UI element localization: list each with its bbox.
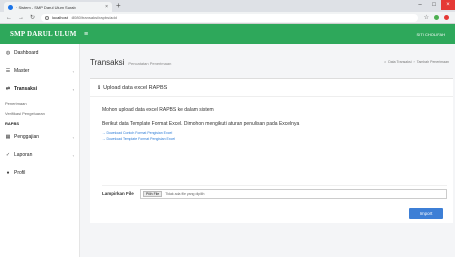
- template-instruction: Berikut data Template Format Excel. Dimo…: [102, 121, 300, 127]
- profil-icon: ●: [6, 170, 10, 176]
- breadcrumb: ⌂ Data Transaksi › Tambah Penerimaan: [384, 60, 449, 64]
- transaksi-icon: ⇄: [5, 86, 11, 92]
- sidebar-item-label: Transaksi: [14, 86, 38, 92]
- card-header: ℹ Upload data excel RAPBS: [90, 79, 453, 97]
- bookmark-star-icon[interactable]: ☆: [424, 14, 429, 21]
- reload-icon[interactable]: ↻: [30, 14, 35, 21]
- sidebar-item-laporan[interactable]: ✓ Laporan ‹: [0, 146, 79, 164]
- sidebar-item-transaksi[interactable]: ⇄ Transaksi ‹: [0, 80, 79, 98]
- close-tab-icon[interactable]: ×: [105, 4, 108, 10]
- browser-toolbar: ← → ↻ localhost:8080/transaksi/rapbs/add…: [0, 12, 455, 24]
- card-title: Upload data excel RAPBS: [103, 84, 168, 91]
- sidebar-item-label: Profil: [14, 170, 26, 176]
- sidebar-item-dashboard[interactable]: ◍ Dashboard: [0, 44, 79, 62]
- upload-message: Mohon upload data excel RAPBS ke dalam s…: [102, 107, 214, 113]
- chevron-left-icon: ‹: [72, 68, 74, 74]
- page-subtitle: Pencatatan Penerimaan: [128, 61, 172, 66]
- breadcrumb-item-current: Tambah Penerimaan: [416, 60, 449, 64]
- window-controls: – □ ×: [413, 0, 455, 10]
- sidebar: ◍ Dashboard ☰ Master ‹ ⇄ Transaksi ‹ Pen…: [0, 44, 80, 257]
- file-status: Tidak ada file yang dipilih: [165, 191, 205, 196]
- sidebar-item-master[interactable]: ☰ Master ‹: [0, 62, 79, 80]
- info-icon: ℹ: [98, 84, 101, 91]
- tab-title: · Sistem - SMP Darul Ulum Surab: [16, 4, 76, 10]
- penggajian-icon: ▦: [5, 134, 11, 140]
- download-template-link[interactable]: → Download Template Format Pengisian Exc…: [102, 137, 441, 141]
- address-path: :8080/transaksi/rapbs/add: [70, 15, 117, 20]
- master-icon: ☰: [5, 68, 11, 74]
- sidebar-item-profil[interactable]: ● Profil: [0, 164, 79, 182]
- laporan-icon: ✓: [5, 152, 11, 158]
- choose-file-button[interactable]: Pilih File: [143, 190, 163, 197]
- address-bar[interactable]: localhost:8080/transaksi/rapbs/add: [41, 13, 418, 22]
- sidebar-subitem-penerimaan[interactable]: Penerimaan: [0, 98, 79, 108]
- favicon-icon: [8, 4, 13, 10]
- file-label: Lampirkan File: [102, 191, 134, 196]
- file-attachment-row: Lampirkan File Pilih File Tidak ada file…: [102, 185, 447, 199]
- dashboard-icon: ◍: [5, 50, 11, 56]
- download-links: → Download Contoh Format Pengisian Excel…: [102, 131, 441, 141]
- chevron-left-icon: ‹: [72, 152, 74, 158]
- new-tab-button[interactable]: +: [116, 2, 121, 10]
- extension-icon[interactable]: [434, 15, 439, 20]
- file-input[interactable]: Pilih File Tidak ada file yang dipilih: [140, 188, 447, 199]
- back-icon[interactable]: ←: [6, 15, 12, 21]
- main-content: Transaksi Pencatatan Penerimaan ⌂ Data T…: [80, 44, 455, 257]
- address-host: localhost: [52, 15, 68, 20]
- card-body: Mohon upload data excel RAPBS ke dalam s…: [90, 97, 453, 147]
- breadcrumb-separator: ›: [413, 60, 415, 64]
- sidebar-item-penggajian[interactable]: ▦ Penggajian ‹: [0, 128, 79, 146]
- browser-tab-bar: · Sistem - SMP Darul Ulum Surab × + – □ …: [0, 0, 455, 12]
- minimize-icon[interactable]: –: [413, 0, 427, 10]
- forward-icon[interactable]: →: [18, 15, 24, 21]
- browser-tab[interactable]: · Sistem - SMP Darul Ulum Surab ×: [4, 2, 112, 12]
- maximize-icon[interactable]: □: [427, 0, 441, 10]
- chevron-left-icon: ‹: [72, 86, 74, 92]
- menu-toggle-icon[interactable]: ≡: [84, 31, 88, 38]
- sidebar-item-label: Dashboard: [14, 50, 39, 56]
- info-icon: [45, 15, 50, 20]
- home-icon: ⌂: [384, 60, 387, 64]
- app-header: SMP DARUL ULUM ≡ SITI CHOLIFAH: [0, 24, 455, 44]
- user-name[interactable]: SITI CHOLIFAH: [417, 32, 445, 37]
- download-sample-link[interactable]: → Download Contoh Format Pengisian Excel: [102, 131, 441, 135]
- sidebar-subitem-rapbs[interactable]: RAPBS: [0, 118, 79, 128]
- profile-icon[interactable]: [444, 15, 449, 20]
- page-header: Transaksi Pencatatan Penerimaan: [90, 58, 171, 67]
- upload-card: ℹ Upload data excel RAPBS Mohon upload d…: [90, 78, 453, 223]
- sidebar-item-label: Master: [14, 68, 30, 74]
- brand-title[interactable]: SMP DARUL ULUM: [0, 30, 78, 38]
- breadcrumb-item[interactable]: Data Transaksi: [388, 60, 411, 64]
- sidebar-subitem-verifikasi[interactable]: Verifikasi Pengeluaran: [0, 108, 79, 118]
- extensions: ☆: [424, 14, 449, 21]
- close-window-icon[interactable]: ×: [441, 0, 455, 10]
- page-title: Transaksi: [90, 58, 125, 67]
- sidebar-item-label: Penggajian: [14, 134, 40, 140]
- sidebar-item-label: Laporan: [14, 152, 33, 158]
- chevron-left-icon: ‹: [72, 134, 74, 140]
- import-button[interactable]: Import: [409, 208, 443, 219]
